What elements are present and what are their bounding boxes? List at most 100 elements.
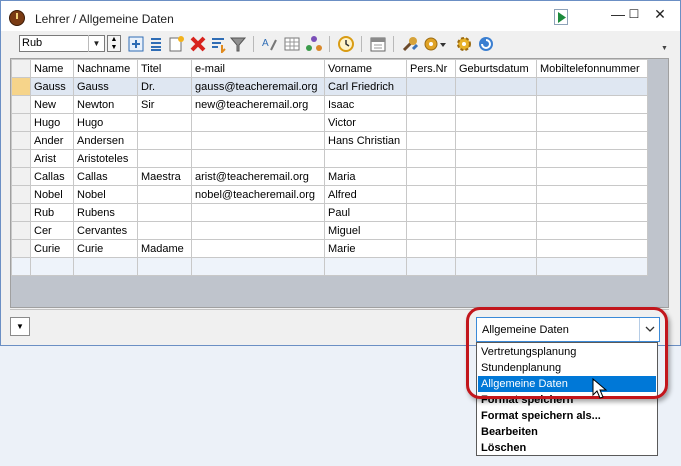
tree-icon[interactable] — [305, 35, 323, 53]
gear-icon[interactable] — [455, 35, 473, 53]
row-selector[interactable] — [11, 239, 31, 258]
table-cell[interactable]: Cer — [30, 221, 74, 240]
table-cell[interactable] — [406, 149, 456, 168]
table-cell[interactable] — [455, 239, 537, 258]
table-cell[interactable]: Sir — [137, 95, 192, 114]
column-header[interactable]: Vorname — [324, 59, 407, 78]
filter-icon[interactable] — [229, 35, 247, 53]
table-cell[interactable]: arist@teacheremail.org — [191, 167, 325, 186]
table-cell[interactable] — [536, 257, 648, 276]
title-bar[interactable]: Lehrer / Allgemeine Daten — ☐ ✕ — [1, 1, 680, 31]
refresh-icon[interactable] — [477, 35, 495, 53]
column-header[interactable]: Geburtsdatum — [455, 59, 537, 78]
table-cell[interactable] — [455, 113, 537, 132]
dropdown-option[interactable]: Format speichern als... — [478, 408, 656, 424]
row-selector[interactable] — [11, 77, 31, 96]
view-selector-combo[interactable]: Allgemeine Daten — [476, 317, 660, 342]
row-selector[interactable] — [11, 257, 31, 276]
column-header[interactable]: Titel — [137, 59, 192, 78]
column-header[interactable]: Name — [30, 59, 74, 78]
table-cell[interactable]: gauss@teacheremail.org — [191, 77, 325, 96]
table-cell[interactable] — [406, 239, 456, 258]
table-cell[interactable] — [406, 77, 456, 96]
table-cell[interactable]: Rubens — [73, 203, 138, 222]
table-cell[interactable] — [455, 221, 537, 240]
table-cell[interactable]: Miguel — [324, 221, 407, 240]
table-cell[interactable] — [137, 221, 192, 240]
table-cell[interactable] — [455, 131, 537, 150]
table-cell[interactable]: nobel@teacheremail.org — [191, 185, 325, 204]
table-cell[interactable]: Gauss — [73, 77, 138, 96]
table-cell[interactable]: Victor — [324, 113, 407, 132]
row-selector[interactable] — [11, 95, 31, 114]
delete-icon[interactable] — [189, 35, 207, 53]
table-cell[interactable] — [137, 149, 192, 168]
table-cell[interactable]: Madame — [137, 239, 192, 258]
table-cell[interactable] — [191, 257, 325, 276]
table-cell[interactable] — [455, 203, 537, 222]
table-cell[interactable] — [536, 149, 648, 168]
table-row[interactable]: Arist Aristoteles — [11, 149, 648, 168]
filter-combo[interactable]: Rub ▼ — [19, 35, 105, 52]
table-cell[interactable] — [406, 95, 456, 114]
clock-icon[interactable] — [337, 35, 355, 53]
table-cell[interactable] — [536, 95, 648, 114]
row-selector[interactable] — [11, 113, 31, 132]
table-cell[interactable]: Alfred — [324, 185, 407, 204]
table-row[interactable]: New Newton Sir new@teacheremail.org Isaac — [11, 95, 648, 114]
spin-buttons[interactable]: ▲ ▼ — [107, 35, 121, 52]
close-button[interactable]: ✕ — [641, 1, 679, 29]
table-cell[interactable] — [406, 185, 456, 204]
new-record-icon[interactable] — [127, 35, 145, 53]
column-header[interactable]: e-mail — [191, 59, 325, 78]
chevron-down-icon[interactable] — [639, 318, 659, 341]
dropdown-option[interactable]: Allgemeine Daten — [478, 376, 656, 392]
table-cell[interactable]: Hugo — [30, 113, 74, 132]
table-row[interactable]: Cer Cervantes Miguel — [11, 221, 648, 240]
table-cell[interactable] — [137, 185, 192, 204]
table-cell[interactable] — [536, 221, 648, 240]
table-cell[interactable] — [30, 257, 74, 276]
list-view-icon[interactable] — [147, 35, 165, 53]
table-cell[interactable]: Curie — [73, 239, 138, 258]
dropdown-option[interactable]: Stundenplanung — [478, 360, 656, 376]
toolbar-overflow-icon[interactable]: ▼ — [661, 45, 668, 52]
row-selector[interactable] — [11, 131, 31, 150]
table-cell[interactable]: Isaac — [324, 95, 407, 114]
table-cell[interactable] — [191, 113, 325, 132]
table-cell[interactable] — [191, 221, 325, 240]
table-cell[interactable]: Callas — [30, 167, 74, 186]
row-header-corner[interactable] — [11, 59, 31, 78]
table-cell[interactable]: Callas — [73, 167, 138, 186]
table-cell[interactable] — [191, 131, 325, 150]
table-cell[interactable]: Maestra — [137, 167, 192, 186]
table-cell[interactable]: Gauss — [30, 77, 74, 96]
row-selector[interactable] — [11, 203, 31, 222]
dropdown-option[interactable]: Vertretungsplanung — [478, 344, 656, 360]
table-cell[interactable] — [191, 239, 325, 258]
table-cell[interactable] — [406, 113, 456, 132]
calendar-icon[interactable] — [369, 35, 387, 53]
table-cell[interactable]: Aristoteles — [73, 149, 138, 168]
table-cell[interactable]: Nobel — [73, 185, 138, 204]
column-header[interactable]: Nachname — [73, 59, 138, 78]
table-cell[interactable] — [73, 257, 138, 276]
table-cell[interactable] — [137, 113, 192, 132]
dropdown-option[interactable]: Bearbeiten — [478, 424, 656, 440]
row-selector[interactable] — [11, 185, 31, 204]
table-cell[interactable] — [455, 77, 537, 96]
table-row[interactable]: Curie Curie Madame Marie — [11, 239, 648, 258]
table-cell[interactable] — [406, 203, 456, 222]
row-selector[interactable] — [11, 149, 31, 168]
table-cell[interactable]: Marie — [324, 239, 407, 258]
record-nav-dropdown-button[interactable]: ▼ — [10, 317, 30, 336]
table-row[interactable]: Rub Rubens Paul — [11, 203, 648, 222]
row-selector[interactable] — [11, 221, 31, 240]
dropdown-option[interactable]: Löschen — [478, 440, 656, 456]
spell-check-icon[interactable]: A — [261, 35, 279, 53]
new-record-row[interactable] — [11, 257, 648, 276]
column-header[interactable]: Mobiltelefonnummer — [536, 59, 648, 78]
chevron-down-icon[interactable]: ▼ — [88, 35, 104, 52]
table-cell[interactable] — [455, 95, 537, 114]
new-sheet-icon[interactable] — [167, 35, 185, 53]
